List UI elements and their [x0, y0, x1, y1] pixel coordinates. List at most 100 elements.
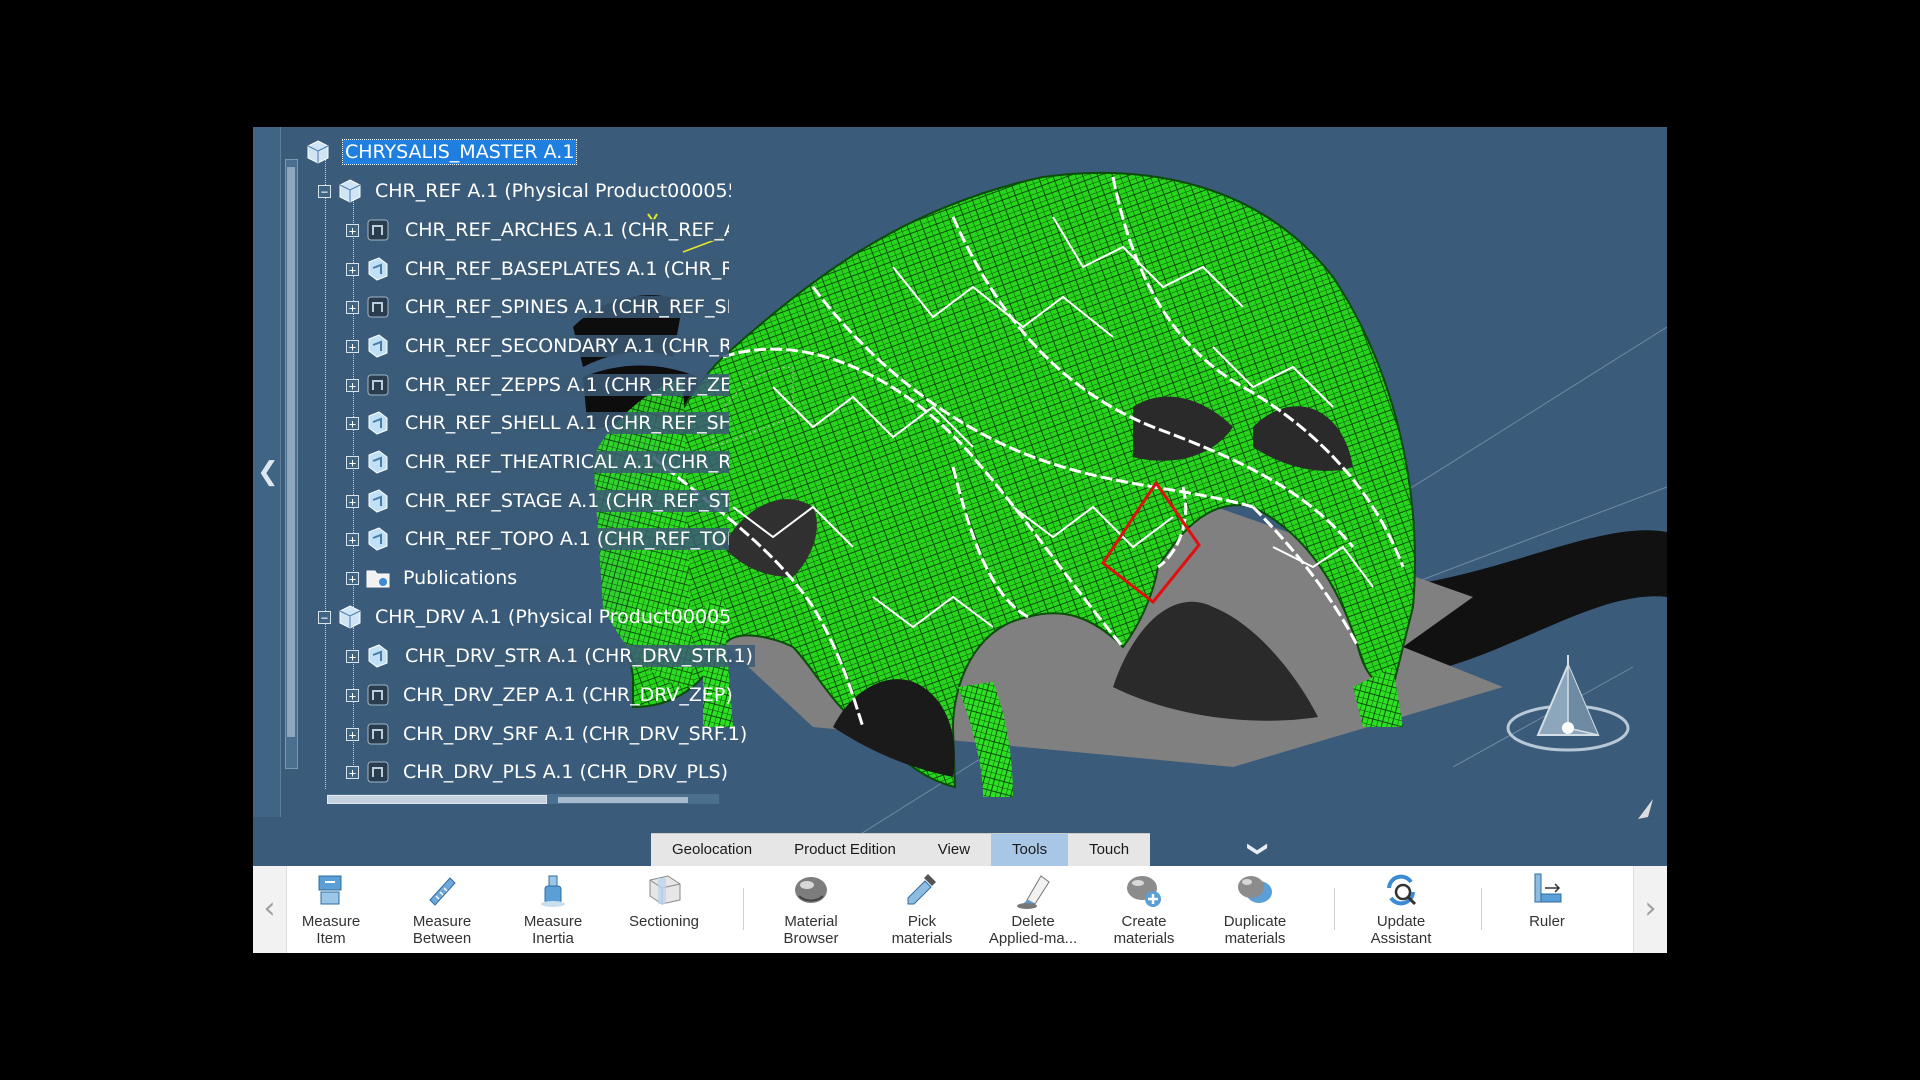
tree-node-label: CHR_REF_SECONDARY A.1 (CHR_REF_ [403, 335, 729, 357]
ruler-icon [1534, 873, 1562, 903]
part-light-icon [368, 450, 388, 474]
part-light-icon [368, 644, 388, 668]
measure-inertia-icon [541, 875, 565, 907]
part-dark-icon [367, 723, 389, 745]
toolbar-separator [1481, 888, 1482, 930]
tree-node-label: Publications [403, 567, 518, 589]
create-materials-button[interactable]: Create materials [1096, 868, 1192, 952]
tree-node-label: CHR_REF_BASEPLATES A.1 (CHR_REF_I [403, 258, 729, 280]
measure-inertia-button[interactable]: Measure Inertia [505, 868, 601, 952]
tree-node-chr-ref-stage[interactable]: + CHR_REF_STAGE A.1 (CHR_REF_STAGE [346, 486, 729, 516]
expander-plus-icon[interactable]: + [346, 339, 359, 353]
tree-node-chr-drv-str[interactable]: + CHR_DRV_STR A.1 (CHR_DRV_STR.1) [346, 641, 755, 671]
part-light-icon [368, 489, 388, 513]
tree-node-label: CHR_DRV_ZEP A.1 (CHR_DRV_ZEP) [403, 684, 733, 706]
part-dark-icon [367, 296, 389, 318]
part-dark-icon [367, 684, 389, 706]
sectioning-button[interactable]: Sectioning [616, 868, 712, 952]
measure-item-icon [318, 875, 342, 905]
sectioning-icon [649, 875, 681, 905]
tree-node-chr-drv[interactable]: − CHR_DRV A.1 (Physical Product0000554 [318, 602, 731, 632]
tree-node-label: CHR_REF_STAGE A.1 (CHR_REF_STAGE [403, 490, 729, 512]
tree-node-chr-drv-pls[interactable]: + CHR_DRV_PLS A.1 (CHR_DRV_PLS) [346, 757, 728, 787]
ruler-button[interactable]: Ruler [1499, 868, 1595, 952]
part-light-icon [368, 527, 388, 551]
measure-item-button[interactable]: Measure Item [283, 868, 379, 952]
tree-horizontal-scroll-track-fill [558, 797, 688, 803]
collapse-tree-arrow-icon[interactable]: ❮ [257, 459, 279, 485]
tab-product-edition[interactable]: Product Edition [773, 834, 917, 866]
expander-plus-icon[interactable]: + [346, 649, 359, 663]
expander-plus-icon[interactable]: + [346, 765, 359, 779]
tree-node-chr-ref[interactable]: − CHR_REF A.1 (Physical Product00005540 [318, 176, 731, 206]
duplicate-materials-button[interactable]: Duplicate materials [1207, 868, 1303, 952]
expander-plus-icon[interactable]: + [346, 416, 359, 430]
expander-plus-icon[interactable]: + [346, 532, 359, 546]
cursor-arrow-icon [1638, 799, 1653, 819]
toolbar-separator [1334, 888, 1335, 930]
tab-view[interactable]: View [917, 834, 991, 866]
expander-plus-icon[interactable]: + [346, 378, 359, 392]
create-materials-icon [1127, 876, 1161, 907]
tree-node-label: CHR_REF A.1 (Physical Product00005540 [375, 180, 731, 202]
tree-node-label: CHR_REF_ARCHES A.1 (CHR_REF_ARCH [403, 219, 729, 241]
tree-node-chr-ref-spines[interactable]: + CHR_REF_SPINES A.1 (CHR_REF_SPINE [346, 292, 729, 322]
tree-connector [325, 159, 326, 789]
pick-materials-icon [907, 874, 936, 905]
expander-minus-icon[interactable]: − [318, 184, 331, 198]
action-bar-tabs: Geolocation Product Edition View Tools T… [651, 833, 1151, 866]
measure-between-button[interactable]: Measure Between [394, 868, 490, 952]
pick-materials-button[interactable]: Pick materials [874, 868, 970, 952]
tree-node-chr-ref-secondary[interactable]: + CHR_REF_SECONDARY A.1 (CHR_REF_ [346, 331, 729, 361]
3d-viewport[interactable]: ❮ CHRYSALIS_MASTER A.1 − CHR_REF A.1 (Ph… [253, 127, 1667, 866]
tree-node-chr-ref-shell[interactable]: + CHR_REF_SHELL A.1 (CHR_REF_SHELL [346, 408, 729, 438]
tree-node-chr-drv-zep[interactable]: + CHR_DRV_ZEP A.1 (CHR_DRV_ZEP) [346, 680, 733, 710]
part-light-icon [368, 257, 388, 281]
toolbar-scroll-left-icon[interactable]: ‹ [253, 866, 287, 953]
tree-node-label: CHR_REF_THEATRICAL A.1 (CHR_REF_ [403, 451, 729, 473]
tree-node-publications[interactable]: + Publications [346, 563, 517, 593]
toolbar-separator [743, 888, 744, 930]
specification-tree[interactable]: ❮ CHRYSALIS_MASTER A.1 − CHR_REF A.1 (Ph… [253, 127, 755, 817]
tab-tools[interactable]: Tools [991, 834, 1069, 866]
part-light-icon [368, 411, 388, 435]
tab-touch[interactable]: Touch [1068, 834, 1150, 866]
expander-plus-icon[interactable]: + [346, 223, 359, 237]
physical-product-icon [339, 179, 361, 203]
part-dark-icon [367, 219, 389, 241]
tab-geolocation[interactable]: Geolocation [651, 834, 773, 866]
expander-plus-icon[interactable]: + [346, 300, 359, 314]
tree-node-chr-ref-baseplates[interactable]: + CHR_REF_BASEPLATES A.1 (CHR_REF_I [346, 254, 729, 284]
tree-node-chr-ref-topo[interactable]: + CHR_REF_TOPO A.1 (CHR_REF_TOPO [346, 524, 729, 554]
toolbar-scroll-right-icon[interactable]: › [1633, 866, 1667, 953]
expander-minus-icon[interactable]: − [318, 610, 331, 624]
compass-navigator-icon[interactable] [1503, 650, 1633, 760]
action-bar-toolbar: ‹ Measure Item Measure Between Measure I… [253, 866, 1667, 953]
publications-folder-icon [366, 570, 390, 588]
material-browser-icon [795, 877, 827, 903]
expander-plus-icon[interactable]: + [346, 571, 359, 585]
expander-plus-icon[interactable]: + [346, 262, 359, 276]
tree-root-node[interactable]: CHRYSALIS_MASTER A.1 [305, 137, 578, 167]
tree-node-chr-drv-srf[interactable]: + CHR_DRV_SRF A.1 (CHR_DRV_SRF.1) [346, 719, 747, 749]
tree-root-label[interactable]: CHRYSALIS_MASTER A.1 [341, 139, 578, 165]
expander-plus-icon[interactable]: + [346, 494, 359, 508]
physical-product-icon [339, 605, 361, 629]
update-assistant-button[interactable]: Update Assistant [1353, 868, 1449, 952]
tree-node-chr-ref-theatrical[interactable]: + CHR_REF_THEATRICAL A.1 (CHR_REF_ [346, 447, 729, 477]
delete-applied-materials-button[interactable]: Delete Applied-ma... [985, 868, 1081, 952]
tree-node-label: CHR_REF_SPINES A.1 (CHR_REF_SPINE [403, 296, 729, 318]
expander-plus-icon[interactable]: + [346, 727, 359, 741]
part-dark-icon [367, 374, 389, 396]
more-tabs-chevron-icon[interactable]: ❯ [1244, 835, 1274, 863]
tree-vertical-scroll-thumb[interactable] [287, 167, 295, 737]
tree-horizontal-scroll-thumb[interactable] [327, 795, 547, 804]
expander-plus-icon[interactable]: + [346, 455, 359, 469]
tree-node-chr-ref-arches[interactable]: + CHR_REF_ARCHES A.1 (CHR_REF_ARCH [346, 215, 729, 245]
tree-node-label: CHR_REF_SHELL A.1 (CHR_REF_SHELL [403, 412, 729, 434]
part-light-icon [368, 334, 388, 358]
app-window: ❮ CHRYSALIS_MASTER A.1 − CHR_REF A.1 (Ph… [253, 127, 1667, 953]
material-browser-button[interactable]: Material Browser [763, 868, 859, 952]
expander-plus-icon[interactable]: + [346, 688, 359, 702]
tree-node-chr-ref-zepps[interactable]: + CHR_REF_ZEPPS A.1 (CHR_REF_ZEPPS [346, 370, 729, 400]
